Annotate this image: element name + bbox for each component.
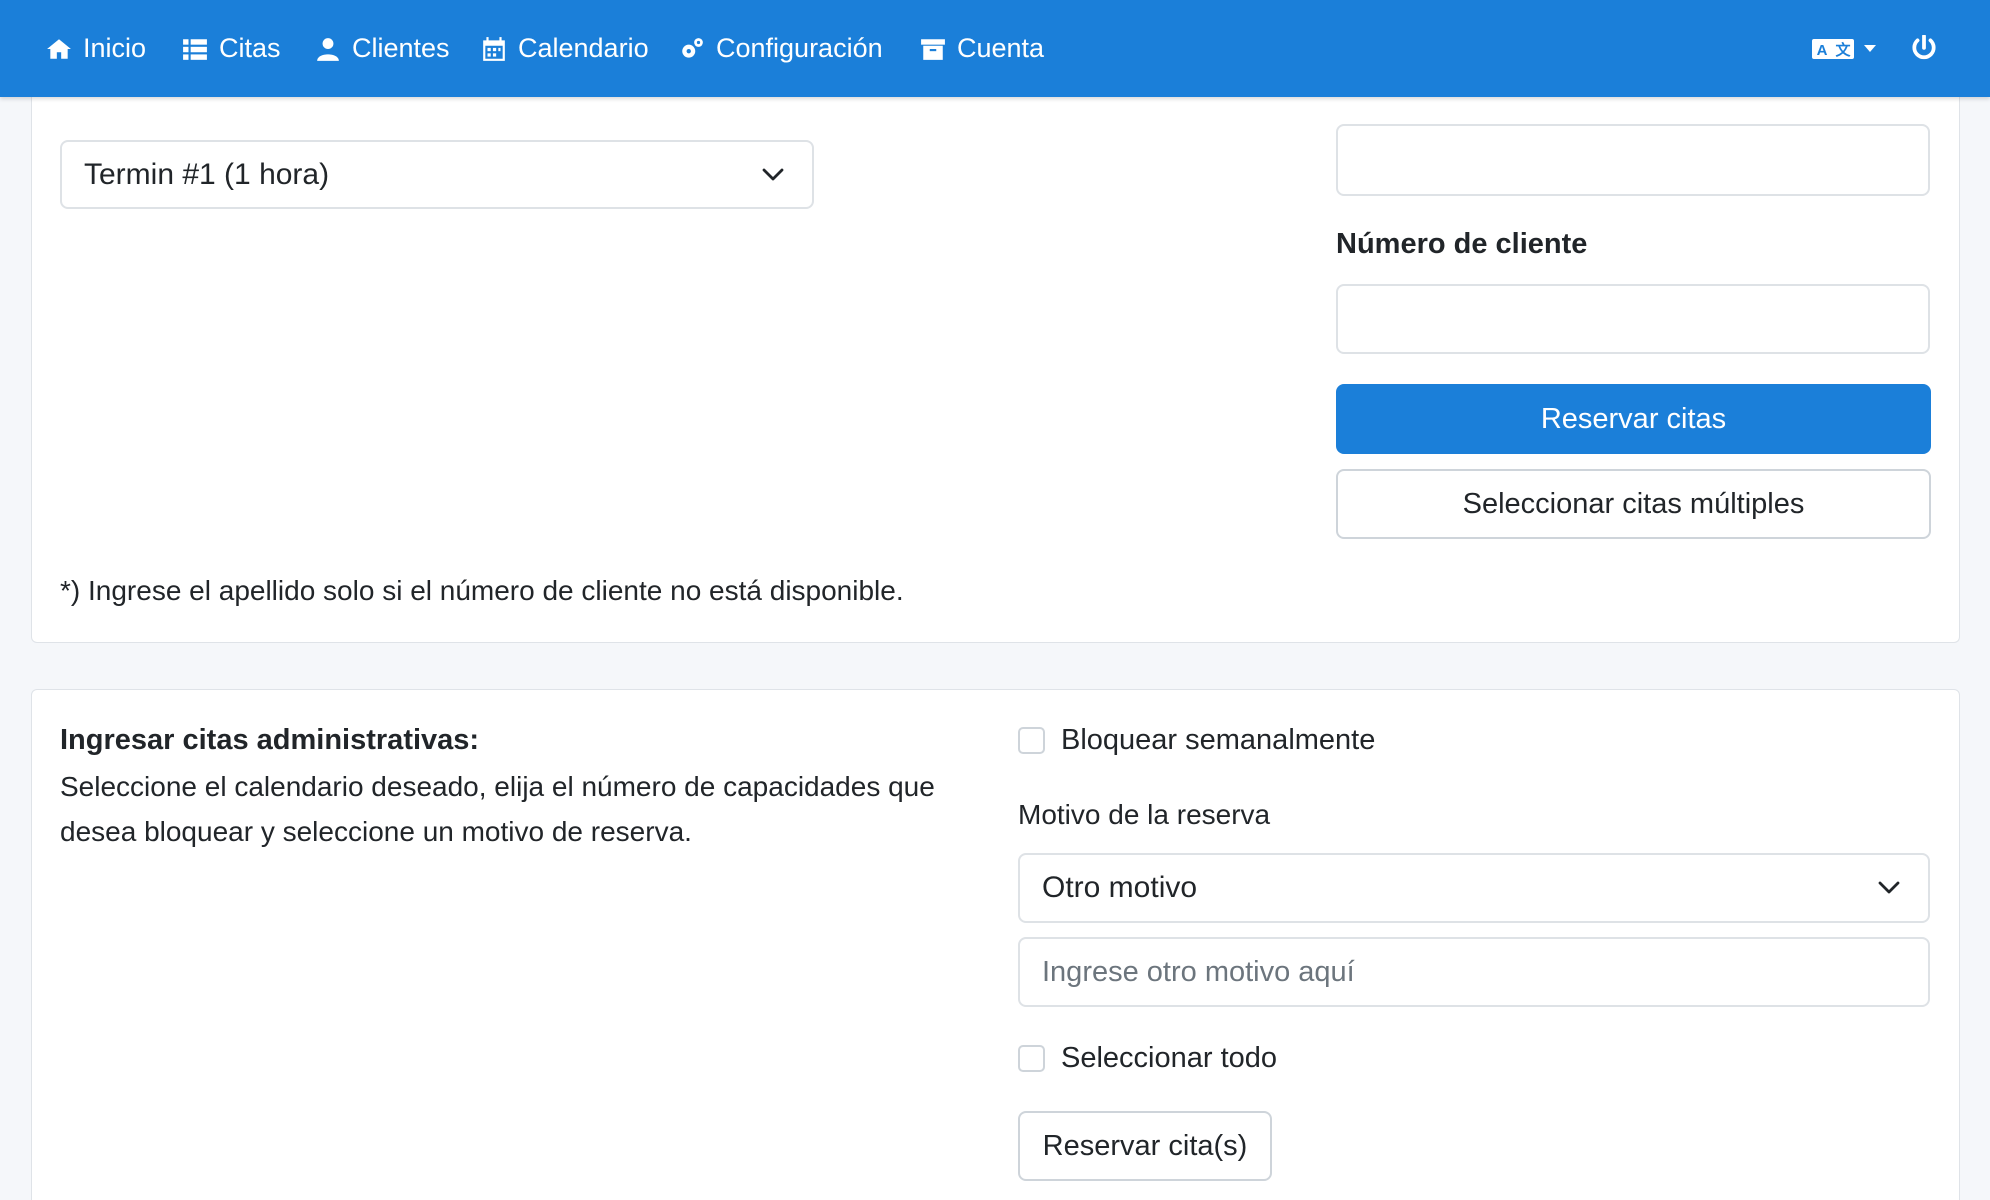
nav-clientes-label: Clientes [352, 33, 450, 63]
gears-icon [682, 37, 703, 58]
caret-down-icon [1864, 44, 1876, 52]
archive-icon [921, 38, 945, 60]
list-icon [183, 38, 207, 60]
power-icon [1912, 34, 1936, 59]
svg-text:A: A [1817, 42, 1828, 59]
nav-calendario[interactable]: Calendario [481, 0, 649, 97]
block-weekly-label: Bloquear semanalmente [1061, 724, 1376, 756]
home-icon [47, 38, 71, 59]
calendar-icon [483, 36, 505, 61]
nav-configuracion[interactable]: Configuración [679, 0, 883, 97]
nav-citas[interactable]: Citas [182, 0, 281, 97]
nav-inicio-label: Inicio [83, 33, 147, 63]
block-weekly-checkbox[interactable]: Bloquear semanalmente [1018, 724, 1375, 757]
nav-citas-label: Citas [219, 33, 281, 63]
reason-select[interactable]: Otro motivo [1018, 853, 1930, 923]
select-multiple-button[interactable]: Seleccionar citas múltiples [1336, 469, 1931, 539]
lastname-input[interactable] [1336, 124, 1930, 196]
nav-configuracion-label: Configuración [716, 33, 883, 63]
select-all-label: Seleccionar todo [1061, 1042, 1278, 1074]
nav-calendario-label: Calendario [518, 33, 649, 63]
other-reason-placeholder: Ingrese otro motivo aquí [1042, 955, 1355, 988]
nav-cuenta[interactable]: Cuenta [920, 0, 1044, 97]
logout-button[interactable] [1911, 0, 1937, 97]
customer-number-label: Número de cliente [1336, 228, 1588, 260]
other-reason-input[interactable]: Ingrese otro motivo aquí [1018, 937, 1930, 1007]
language-dropdown[interactable]: A 文 [1812, 0, 1876, 97]
admin-description: Seleccione el calendario deseado, elija … [60, 771, 935, 847]
nav-clientes[interactable]: Clientes [315, 0, 450, 97]
reserve-admin-label: Reservar cita(s) [1042, 1129, 1248, 1162]
chevron-down-icon [1878, 881, 1900, 894]
select-all-box[interactable] [1018, 1045, 1045, 1072]
reserve-appointments-button[interactable]: Reservar citas [1336, 384, 1931, 454]
top-navbar: Inicio Citas Clientes Calendario Configu… [0, 0, 1990, 97]
appointment-select-value: Termin #1 (1 hora) [84, 157, 330, 191]
reason-label: Motivo de la reserva [1018, 799, 1271, 830]
user-icon [317, 37, 339, 61]
appointment-select[interactable]: Termin #1 (1 hora) [60, 140, 814, 209]
language-icon: A 文 [1812, 38, 1854, 59]
customer-number-input[interactable] [1336, 284, 1930, 354]
select-multiple-label: Seleccionar citas múltiples [1462, 487, 1805, 520]
nav-cuenta-label: Cuenta [957, 33, 1045, 63]
chevron-down-icon [762, 168, 784, 180]
lastname-footnote: *) Ingrese el apellido solo si el número… [60, 575, 904, 606]
reserve-admin-button[interactable]: Reservar cita(s) [1018, 1111, 1272, 1181]
admin-title: Ingresar citas administrativas: [60, 724, 480, 756]
svg-text:文: 文 [1835, 41, 1851, 59]
select-all-checkbox[interactable]: Seleccionar todo [1018, 1042, 1277, 1075]
nav-inicio[interactable]: Inicio [46, 0, 146, 97]
reserve-appointments-label: Reservar citas [1540, 402, 1727, 435]
block-weekly-box[interactable] [1018, 727, 1045, 754]
reason-select-value: Otro motivo [1042, 871, 1198, 904]
